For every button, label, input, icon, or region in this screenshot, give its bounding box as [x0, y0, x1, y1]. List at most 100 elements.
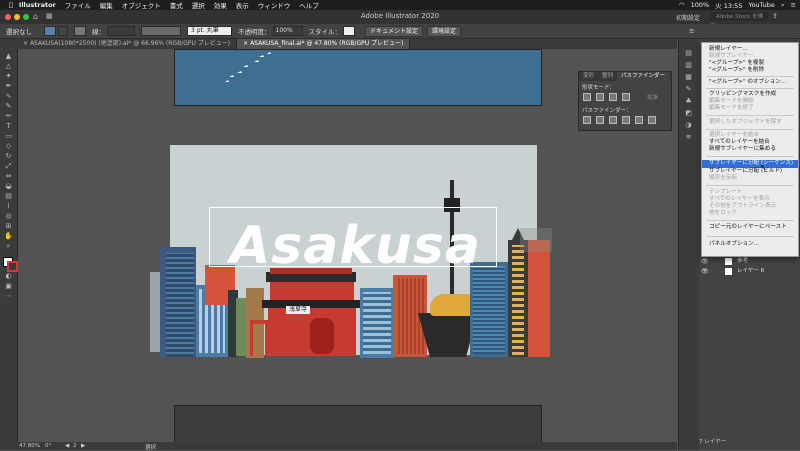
variable-width-profile[interactable] — [141, 26, 181, 36]
curvature-tool-icon[interactable]: ∿ — [4, 93, 13, 100]
merge-icon[interactable] — [609, 116, 617, 124]
rotate-tool-icon[interactable]: ↻ — [4, 153, 13, 160]
gradient-tool-icon[interactable]: ▤ — [4, 193, 13, 200]
swatches-icon[interactable]: ▦ — [684, 73, 693, 81]
stroke-swatch[interactable] — [74, 26, 86, 36]
menu-delete-group[interactable]: "<グループ>" を削除 — [702, 67, 798, 74]
screen-mode-icon[interactable]: ▣ — [4, 283, 13, 290]
graphic-style-swatch[interactable] — [343, 26, 355, 36]
layer-row[interactable]: 👁 レイヤー 6 — [699, 267, 800, 276]
properties-icon[interactable]: ▤ — [684, 49, 693, 57]
fill-dropdown[interactable] — [58, 26, 68, 36]
hand-tool-icon[interactable]: ✋ — [4, 233, 13, 240]
user-name[interactable]: YouTube — [748, 1, 774, 9]
divide-icon[interactable] — [583, 116, 591, 124]
magic-wand-tool-icon[interactable]: ✦ — [4, 73, 13, 80]
artboard-nav-next[interactable]: ▶ — [81, 443, 85, 449]
layer-row[interactable]: 👁 参考 — [699, 257, 800, 266]
artboard-next[interactable] — [174, 405, 542, 447]
direct-selection-tool-icon[interactable]: △ — [4, 63, 13, 70]
scale-tool-icon[interactable]: ⤢ — [4, 163, 13, 170]
pen-tool-icon[interactable]: ✒ — [4, 83, 13, 90]
menu-release-to-layers-build[interactable]: サブレイヤーに分配 (ビルド) — [702, 168, 798, 175]
control-options-icon[interactable]: ≡ — [689, 27, 694, 35]
unite-icon[interactable] — [583, 93, 591, 101]
tab-document-1[interactable]: × ASAKUSA(1080*2500) (地塗部).ai* @ 66.96% … — [17, 39, 238, 49]
menu-collect-in-new-layer[interactable]: 新規サブレイヤーに集める — [702, 146, 798, 153]
menu-help[interactable]: ヘルプ — [299, 0, 319, 10]
layers-icon[interactable]: ≋ — [684, 133, 693, 141]
paintbrush-tool-icon[interactable]: ✎ — [4, 103, 13, 110]
expand-button[interactable]: 拡張 — [647, 93, 658, 101]
eyedropper-tool-icon[interactable]: ⌇ — [4, 203, 13, 210]
rectangle-tool-icon[interactable]: ▭ — [4, 133, 13, 140]
stroke-weight-field[interactable] — [107, 26, 135, 36]
menu-group-options[interactable]: "<グループ>" のオプション... — [702, 79, 798, 86]
appearance-icon[interactable]: ◑ — [684, 121, 693, 129]
zoom-level[interactable]: 47.80% — [19, 443, 40, 449]
artwork-title[interactable]: Asakusa — [214, 218, 497, 274]
wifi-icon[interactable]: ◠ — [679, 1, 685, 9]
minus-front-icon[interactable] — [596, 93, 604, 101]
menu-new-layer[interactable]: 新規レイヤー... — [702, 46, 798, 53]
draw-mode-icon[interactable]: ◐ — [4, 273, 13, 280]
type-tool-icon[interactable]: T — [4, 123, 13, 130]
apple-icon[interactable]:  — [9, 1, 13, 9]
menu-list-icon[interactable]: ≡ — [791, 1, 796, 9]
outline-icon[interactable] — [635, 116, 643, 124]
zoom-tool-icon[interactable]: ⌕ — [4, 243, 13, 250]
shape-builder-tool-icon[interactable]: ◒ — [4, 183, 13, 190]
artboard-nav-prev[interactable]: ◀ — [65, 443, 69, 449]
menu-paste-remembers-layers[interactable]: コピー元のレイヤーにペースト — [702, 224, 798, 231]
width-tool-icon[interactable]: ⇔ — [4, 173, 13, 180]
workspace-switcher[interactable]: 初期設定 — [676, 13, 700, 22]
layer-name[interactable]: 参考 — [737, 257, 748, 266]
graphic-styles-icon[interactable]: ◩ — [684, 109, 693, 117]
preferences-button[interactable]: 環境設定 — [427, 25, 462, 37]
intersect-icon[interactable] — [609, 93, 617, 101]
menu-edit[interactable]: 編集 — [100, 0, 113, 10]
share-icon[interactable]: ⇪ — [772, 12, 778, 20]
menu-view[interactable]: 表示 — [236, 0, 249, 10]
menu-effect[interactable]: 効果 — [214, 0, 227, 10]
tab-transform[interactable]: 変形 — [579, 72, 598, 81]
menu-select[interactable]: 選択 — [192, 0, 205, 10]
menu-type[interactable]: 書式 — [170, 0, 183, 10]
visibility-eye-icon[interactable]: 👁 — [701, 267, 709, 276]
blend-tool-icon[interactable]: ◎ — [4, 213, 13, 220]
menu-release-to-layers-sequence[interactable]: サブレイヤーに分配 (シーケンス) — [702, 160, 798, 168]
menu-window[interactable]: ウィンドウ — [258, 0, 291, 10]
selection-tool-icon[interactable]: ▲ — [4, 53, 13, 60]
menu-panel-options[interactable]: パネルオプション... — [702, 241, 798, 248]
visibility-eye-icon[interactable]: 👁 — [701, 257, 709, 266]
stock-search-field[interactable]: Adobe Stock を検索 — [710, 12, 768, 30]
menu-duplicate-group[interactable]: "<グループ>" を複製 — [702, 60, 798, 67]
exclude-icon[interactable] — [622, 93, 630, 101]
tab-pathfinder[interactable]: パスファインダー — [617, 72, 670, 81]
artboard-tool-icon[interactable]: ⊞ — [4, 223, 13, 230]
menu-object[interactable]: オブジェクト — [122, 0, 161, 10]
search-icon[interactable]: ⌕ — [781, 1, 785, 10]
symbols-icon[interactable]: ♣ — [684, 97, 693, 105]
minus-back-icon[interactable] — [648, 116, 656, 124]
document-setup-button[interactable]: ドキュメント設定 — [365, 25, 424, 37]
artboard-number[interactable]: 2 — [73, 443, 77, 449]
menu-file[interactable]: ファイル — [65, 0, 91, 10]
brush-definition[interactable]: 3 pt. 丸筆 — [187, 26, 232, 36]
stroke-color-box[interactable] — [7, 261, 18, 272]
tab-align[interactable]: 整列 — [598, 72, 617, 81]
battery-label[interactable]: 100% — [691, 1, 710, 9]
artboard-sky[interactable] — [174, 49, 542, 106]
pencil-tool-icon[interactable]: ✏ — [4, 113, 13, 120]
rotation-angle[interactable]: 0° — [45, 443, 51, 449]
clock[interactable]: 火 13:55 — [715, 0, 742, 10]
layer-name[interactable]: レイヤー 6 — [737, 267, 764, 276]
fill-swatch[interactable] — [44, 26, 56, 36]
libraries-icon[interactable]: ▥ — [684, 61, 693, 69]
trim-icon[interactable] — [596, 116, 604, 124]
menu-flatten-artwork[interactable]: すべてのレイヤーを結合 — [702, 139, 798, 146]
edit-toolbar-icon[interactable]: ⋯ — [4, 293, 13, 300]
eraser-tool-icon[interactable]: ◇ — [4, 143, 13, 150]
opacity-field[interactable]: 100% — [272, 26, 303, 36]
tab-document-2[interactable]: × ASAKUSA_final.ai* @ 47.80% (RGB/GPU プレ… — [237, 39, 411, 49]
